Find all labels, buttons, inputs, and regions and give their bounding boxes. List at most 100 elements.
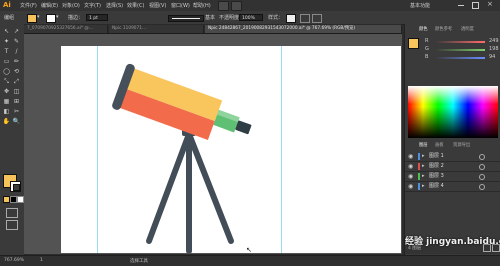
rotate-tool-icon[interactable]: ⟲ — [12, 67, 21, 76]
menu-view[interactable]: 视图(V) — [149, 2, 166, 9]
panel-tab-artboards[interactable]: 画板 — [435, 142, 444, 149]
current-tool: 选择工具 — [130, 259, 148, 264]
chevron-right-icon[interactable]: ▸ — [422, 183, 425, 190]
tab-document-2[interactable]: Npic 1109071... — [109, 25, 204, 33]
chevron-right-icon[interactable]: ▸ — [422, 153, 425, 160]
scissors-tool-icon[interactable]: ✂ — [12, 107, 21, 116]
artboard[interactable] — [61, 46, 401, 253]
artboard-tool-icon[interactable]: ⊞ — [12, 97, 21, 106]
target-icon[interactable] — [479, 184, 485, 190]
channel-g-value[interactable]: 198 — [489, 46, 499, 52]
toolbox: ↖ ↗ ✦ ✎ T / ▭ ✏ ◯ ⟲ ⤡ ⤢ ✥ ◫ ▦ ⊞ ◧ ✂ ✋ 🔍 — [0, 24, 25, 255]
minimize-icon[interactable] — [458, 5, 464, 6]
layer-row[interactable]: ◉ ▸ 图层 2 — [405, 162, 500, 172]
screen-mode-icon[interactable] — [6, 220, 18, 230]
target-icon[interactable] — [479, 164, 485, 170]
panel-tab-color[interactable]: 颜色 — [419, 26, 428, 33]
tab-document-active[interactable]: Npic 24842867_20190082931543072000.ai* @… — [205, 25, 402, 33]
panel-tab-color-guide[interactable]: 颜色参考 — [435, 26, 452, 33]
menu-type[interactable]: 文字(T) — [84, 2, 101, 9]
channel-r-slider[interactable] — [435, 41, 485, 43]
graphic-style-swatch[interactable] — [286, 14, 296, 23]
bridge-icon[interactable] — [218, 1, 229, 11]
workspace-switcher[interactable]: 基本功能 — [410, 2, 430, 9]
gradient-tool-icon[interactable]: ◧ — [2, 107, 11, 116]
fill-swatch[interactable] — [27, 14, 37, 23]
line-tool-icon[interactable]: / — [12, 47, 21, 56]
recolor-icon[interactable] — [300, 14, 310, 23]
target-icon[interactable] — [479, 154, 485, 160]
align-icon[interactable] — [312, 14, 322, 23]
color-panel-fill-swatch[interactable] — [408, 38, 419, 49]
none-mode-icon[interactable] — [17, 196, 24, 203]
zoom-tool-icon[interactable]: 🔍 — [12, 117, 21, 126]
pencil-tool-icon[interactable]: ✏ — [12, 57, 21, 66]
menu-file[interactable]: 文件(F) — [20, 2, 37, 9]
stroke-swatch[interactable] — [46, 14, 56, 23]
eye-icon[interactable]: ◉ — [408, 183, 415, 190]
magic-wand-tool-icon[interactable]: ✦ — [2, 37, 11, 46]
eye-icon[interactable]: ◉ — [408, 163, 415, 170]
tab-document-1[interactable]: 7_0709070925327656.ai* @... — [24, 25, 108, 33]
draw-mode-icon[interactable] — [6, 208, 18, 218]
fill-dropdown-icon[interactable]: ▾ — [37, 14, 40, 20]
layer-name[interactable]: 图层 2 — [429, 163, 444, 170]
zoom-level[interactable]: 767.69% — [4, 258, 24, 263]
canvas-area[interactable]: ↖ — [24, 34, 402, 254]
telescope-illustration[interactable] — [61, 46, 401, 253]
graph-tool-icon[interactable]: ▦ — [2, 97, 11, 106]
brush-stroke-preview — [172, 18, 200, 19]
menu-edit[interactable]: 编辑(E) — [41, 2, 58, 9]
layer-row[interactable]: ◉ ▸ 图层 4 — [405, 182, 500, 192]
channel-g-slider[interactable] — [435, 49, 485, 51]
gradient-mode-icon[interactable] — [10, 196, 17, 203]
channel-r-value[interactable]: 249 — [489, 38, 499, 44]
channel-b-value[interactable]: 94 — [489, 54, 495, 60]
document-tabs: 7_0709070925327656.ai* @... Npic 1109071… — [24, 24, 402, 34]
group-label: 编组 — [4, 15, 15, 21]
rectangle-tool-icon[interactable]: ▭ — [2, 57, 11, 66]
layer-name[interactable]: 图层 3 — [429, 173, 444, 180]
shape-builder-tool-icon[interactable]: ◫ — [12, 87, 21, 96]
layer-row[interactable]: ◉ ▸ 图层 1 — [405, 152, 500, 162]
control-bar: 编组 ▾ ▾ 描边： 1 pt 基本 不透明度： 100% 样式： — [0, 11, 500, 25]
menu-help[interactable]: 帮助(H) — [193, 2, 211, 9]
type-tool-icon[interactable]: T — [2, 47, 11, 56]
panel-tab-transparency[interactable]: 透明度 — [461, 26, 474, 33]
layer-name[interactable]: 图层 4 — [429, 183, 444, 190]
direct-selection-tool-icon[interactable]: ↗ — [12, 27, 21, 36]
stroke-width-field[interactable]: 1 pt — [86, 14, 108, 21]
hand-tool-icon[interactable]: ✋ — [2, 117, 11, 126]
target-icon[interactable] — [479, 174, 485, 180]
maximize-icon[interactable] — [472, 2, 479, 9]
scale-tool-icon[interactable]: ⤡ — [2, 77, 11, 86]
eye-icon[interactable]: ◉ — [408, 173, 415, 180]
brush-definition[interactable] — [168, 15, 204, 22]
pen-tool-icon[interactable]: ✎ — [12, 37, 21, 46]
panel-tab-layers[interactable]: 图层 — [419, 142, 428, 149]
chevron-right-icon[interactable]: ▸ — [422, 163, 425, 170]
menu-select[interactable]: 选择(S) — [106, 2, 123, 9]
free-transform-tool-icon[interactable]: ✥ — [2, 87, 11, 96]
channel-b-slider[interactable] — [435, 57, 485, 59]
layer-row[interactable]: ◉ ▸ 图层 3 — [405, 172, 500, 182]
page-number[interactable]: 1 — [40, 258, 43, 263]
selection-tool-icon[interactable]: ↖ — [2, 27, 11, 36]
close-icon[interactable]: × — [487, 0, 493, 8]
eye-icon[interactable]: ◉ — [408, 153, 415, 160]
arrange-icon[interactable] — [231, 1, 242, 11]
stroke-color-box[interactable] — [10, 181, 21, 192]
menu-object[interactable]: 对象(O) — [62, 2, 80, 9]
layer-name[interactable]: 图层 1 — [429, 153, 444, 160]
color-mode-icon[interactable] — [3, 196, 10, 203]
opacity-field[interactable]: 100% — [239, 14, 263, 21]
stroke-dropdown-icon[interactable]: ▾ — [56, 14, 59, 20]
panel-tab-asset-export[interactable]: 资源导出 — [453, 142, 470, 149]
color-spectrum[interactable] — [408, 86, 498, 138]
warp-tool-icon[interactable]: ⤢ — [12, 77, 21, 86]
layer-color-bar — [418, 153, 420, 160]
menu-effect[interactable]: 效果(C) — [127, 2, 144, 9]
ellipse-tool-icon[interactable]: ◯ — [2, 67, 11, 76]
chevron-right-icon[interactable]: ▸ — [422, 173, 425, 180]
menu-window[interactable]: 窗口(W) — [171, 2, 190, 9]
